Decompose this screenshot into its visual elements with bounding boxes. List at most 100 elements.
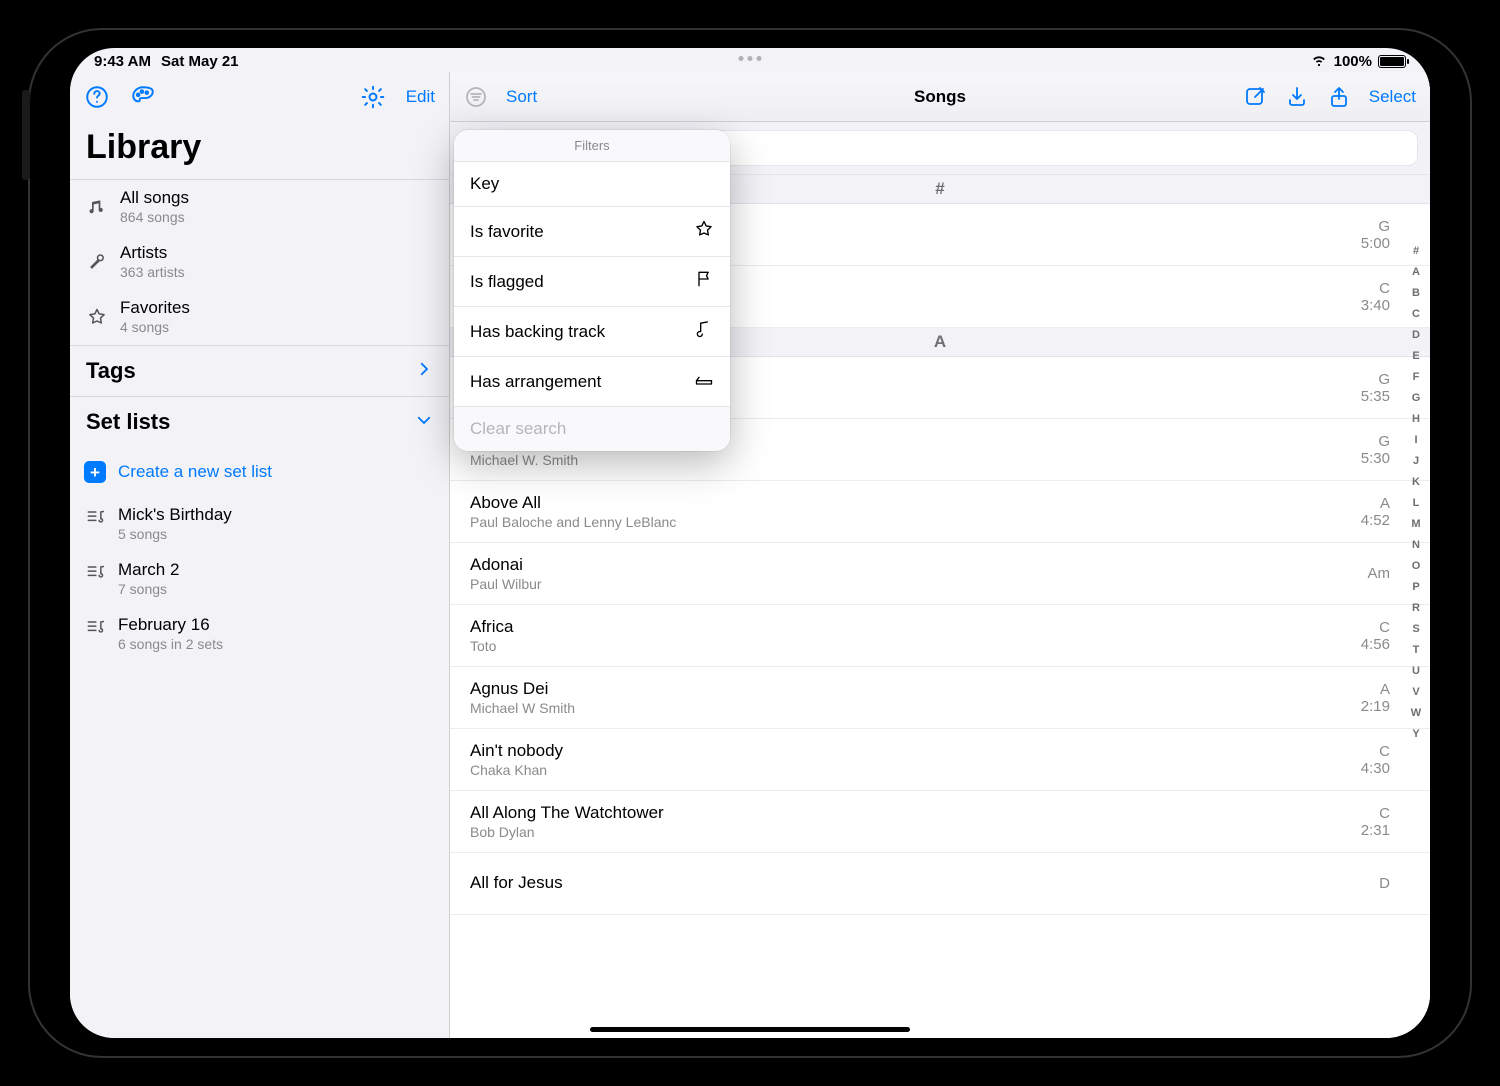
index-letter[interactable]: V — [1408, 686, 1424, 698]
song-row[interactable]: AfricaTotoC4:56 — [450, 605, 1430, 667]
main-pane: Sort Songs Select — [450, 72, 1430, 1038]
song-key: D — [1379, 875, 1390, 892]
index-letter[interactable]: G — [1408, 392, 1424, 404]
song-duration: 5:30 — [1361, 450, 1390, 467]
song-duration: 5:35 — [1361, 388, 1390, 405]
filter-flagged[interactable]: Is flagged — [454, 257, 730, 307]
setlist-item[interactable]: February 166 songs in 2 sets — [70, 607, 449, 662]
library-list: All songs 864 songs Artists 363 artists — [70, 179, 449, 346]
song-key: C — [1361, 280, 1390, 297]
index-letter[interactable]: S — [1408, 623, 1424, 635]
battery-percent: 100% — [1334, 53, 1372, 70]
share-button[interactable] — [1327, 85, 1351, 109]
song-row[interactable]: All Along The WatchtowerBob DylanC2:31 — [450, 791, 1430, 853]
setlist-item[interactable]: March 27 songs — [70, 552, 449, 607]
song-artist: Bob Dylan — [470, 824, 1361, 840]
filter-arrangement[interactable]: Has arrangement — [454, 357, 730, 407]
index-letter[interactable]: L — [1408, 497, 1424, 509]
setlist-label: Mick's Birthday — [118, 505, 232, 525]
popover-header: Filters — [454, 130, 730, 162]
clear-search[interactable]: Clear search — [454, 407, 730, 451]
song-key: C — [1361, 743, 1390, 760]
star-icon — [694, 219, 714, 244]
home-indicator[interactable] — [590, 1027, 910, 1032]
song-title: Agnus Dei — [470, 679, 1361, 699]
main-toolbar: Sort Songs Select — [450, 72, 1430, 122]
index-bar[interactable]: # ABCDEFGHIJKLMNOPRSTUVWY — [1408, 245, 1424, 1018]
theme-button[interactable] — [130, 84, 156, 110]
song-artist: Chaka Khan — [470, 762, 1361, 778]
song-artist: Paul Baloche and Lenny LeBlanc — [470, 514, 1361, 530]
filter-favorite[interactable]: Is favorite — [454, 207, 730, 257]
edit-button[interactable]: Edit — [406, 87, 435, 107]
arrangement-icon — [694, 369, 714, 394]
song-key: C — [1361, 805, 1390, 822]
song-row[interactable]: All for JesusD — [450, 853, 1430, 915]
index-letter[interactable]: Y — [1408, 728, 1424, 740]
clear-search-label: Clear search — [470, 419, 566, 439]
setlists-section[interactable]: Set lists — [70, 397, 449, 447]
filter-button[interactable] — [464, 85, 488, 109]
music-notes-icon — [86, 197, 108, 217]
index-letter[interactable]: M — [1408, 518, 1424, 530]
filter-label: Is flagged — [470, 272, 544, 292]
song-title: Ain't nobody — [470, 741, 1361, 761]
song-key: A — [1361, 681, 1390, 698]
index-letter[interactable]: J — [1408, 455, 1424, 467]
index-letter[interactable]: N — [1408, 539, 1424, 551]
index-letter[interactable]: B — [1408, 287, 1424, 299]
song-duration: 4:56 — [1361, 636, 1390, 653]
song-duration: 3:40 — [1361, 297, 1390, 314]
sidebar-item-favorites[interactable]: Favorites 4 songs — [70, 290, 449, 345]
settings-button[interactable] — [360, 84, 386, 110]
index-letter[interactable]: K — [1408, 476, 1424, 488]
index-letter[interactable]: F — [1408, 371, 1424, 383]
sidebar-item-artists[interactable]: Artists 363 artists — [70, 235, 449, 290]
index-letter[interactable]: C — [1408, 308, 1424, 320]
battery-icon — [1378, 55, 1406, 68]
index-letter[interactable]: R — [1408, 602, 1424, 614]
index-letter[interactable]: I — [1408, 434, 1424, 446]
compose-button[interactable] — [1243, 85, 1267, 109]
index-letter[interactable]: D — [1408, 329, 1424, 341]
star-icon — [86, 307, 108, 327]
song-duration: 5:00 — [1361, 235, 1390, 252]
song-artist: Toto — [470, 638, 1361, 654]
import-button[interactable] — [1285, 85, 1309, 109]
song-row[interactable]: Above AllPaul Baloche and Lenny LeBlancA… — [450, 481, 1430, 543]
setlist-item[interactable]: Mick's Birthday5 songs — [70, 497, 449, 552]
song-row[interactable]: Agnus DeiMichael W SmithA2:19 — [450, 667, 1430, 729]
song-title: Africa — [470, 617, 1361, 637]
setlist-icon — [84, 507, 106, 542]
index-letter[interactable]: T — [1408, 644, 1424, 656]
index-letter[interactable]: O — [1408, 560, 1424, 572]
setlists-label: Set lists — [86, 409, 170, 435]
index-letter[interactable]: A — [1408, 266, 1424, 278]
select-button[interactable]: Select — [1369, 87, 1416, 107]
index-letter[interactable]: # — [1408, 245, 1424, 257]
setlist-icon — [84, 617, 106, 652]
filter-label: Has arrangement — [470, 372, 601, 392]
song-duration: 4:52 — [1361, 512, 1390, 529]
index-letter[interactable]: W — [1408, 707, 1424, 719]
song-row[interactable]: Ain't nobodyChaka KhanC4:30 — [450, 729, 1430, 791]
create-setlist-button[interactable]: + Create a new set list — [70, 447, 449, 497]
index-letter[interactable]: U — [1408, 665, 1424, 677]
filters-popover: Filters Key Is favorite Is flagged Has b… — [454, 130, 730, 451]
filter-key[interactable]: Key — [454, 162, 730, 207]
tags-section[interactable]: Tags — [70, 346, 449, 397]
index-letter[interactable]: E — [1408, 350, 1424, 362]
multitask-grabber[interactable] — [739, 56, 762, 61]
song-duration: 2:19 — [1361, 698, 1390, 715]
song-duration: 4:30 — [1361, 760, 1390, 777]
sort-button[interactable]: Sort — [506, 87, 537, 107]
index-letter[interactable]: H — [1408, 413, 1424, 425]
sidebar-item-all-songs[interactable]: All songs 864 songs — [70, 180, 449, 235]
filter-backing-track[interactable]: Has backing track — [454, 307, 730, 357]
song-key: A — [1361, 495, 1390, 512]
index-letter[interactable]: P — [1408, 581, 1424, 593]
song-key: G — [1361, 218, 1390, 235]
song-row[interactable]: AdonaiPaul WilburAm — [450, 543, 1430, 605]
help-button[interactable] — [84, 84, 110, 110]
music-note-icon — [694, 319, 714, 344]
